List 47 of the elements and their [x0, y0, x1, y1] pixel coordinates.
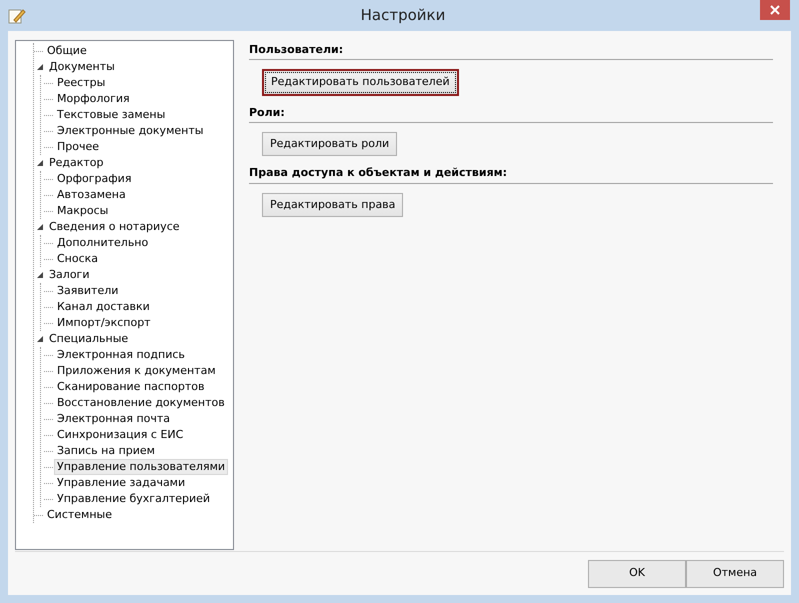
tree-item[interactable]: Текстовые замены [54, 107, 168, 123]
tree-item[interactable]: Заявители [54, 283, 122, 299]
expanded-icon[interactable] [36, 336, 44, 342]
section-heading: Права доступа к объектам и действиям: [249, 163, 773, 184]
tree-item[interactable]: Общие [44, 43, 90, 59]
tree-item[interactable]: Орфография [54, 171, 134, 187]
close-icon [770, 5, 780, 15]
tree-item[interactable]: Редактор [46, 155, 107, 171]
tree-item[interactable]: Документы [46, 59, 118, 75]
tree-item[interactable]: Залоги [46, 267, 92, 283]
tree-item[interactable]: Сноска [54, 251, 102, 267]
expanded-icon[interactable] [36, 224, 44, 230]
tree-item[interactable]: Электронные документы [54, 123, 206, 139]
app-icon [8, 8, 26, 24]
tree-item[interactable]: Морфология [54, 91, 133, 107]
tree-item[interactable]: Электронная почта [54, 411, 174, 427]
section-heading: Роли: [249, 102, 773, 123]
tree-item[interactable]: Реестры [54, 75, 108, 91]
window-title: Настройки [360, 5, 446, 26]
tree-item[interactable]: Управление бухгалтерией [54, 491, 214, 507]
tree-item[interactable]: Восстановление документов [54, 395, 228, 411]
expanded-icon[interactable] [36, 272, 44, 278]
tree-item[interactable]: Электронная подпись [54, 347, 188, 363]
tree-item[interactable]: Канал доставки [54, 299, 153, 315]
edit-button[interactable]: Редактировать роли [262, 132, 398, 156]
tree-item[interactable]: Запись на прием [54, 443, 158, 459]
tree-item[interactable]: Сведения о нотариусе [46, 219, 183, 235]
tree-item[interactable]: Системные [44, 507, 115, 523]
tree-item[interactable]: Сканирование паспортов [54, 379, 208, 395]
tree-item[interactable]: Дополнительно [54, 235, 152, 251]
tree-item[interactable]: Приложения к документам [54, 363, 219, 379]
tree-item[interactable]: Управление задачами [54, 475, 188, 491]
expanded-icon[interactable] [36, 160, 44, 166]
tree-item[interactable]: Синхронизация с ЕИС [54, 427, 186, 443]
section-heading: Пользователи: [249, 40, 773, 60]
tree-item[interactable]: Специальные [46, 331, 132, 347]
cancel-button[interactable]: Отмена [686, 560, 784, 588]
tree-item[interactable]: Прочее [54, 139, 102, 155]
tree-item[interactable]: Управление пользователями [54, 459, 228, 475]
tree-item[interactable]: Автозамена [54, 187, 129, 203]
edit-button[interactable]: Редактировать пользователей [262, 69, 459, 96]
close-button[interactable] [760, 0, 790, 20]
edit-button[interactable]: Редактировать права [262, 192, 404, 218]
tree-item[interactable]: Импорт/экспорт [54, 315, 154, 331]
tree-item[interactable]: Макросы [54, 203, 112, 219]
expanded-icon[interactable] [36, 64, 44, 70]
ok-button[interactable]: OK [588, 560, 686, 588]
